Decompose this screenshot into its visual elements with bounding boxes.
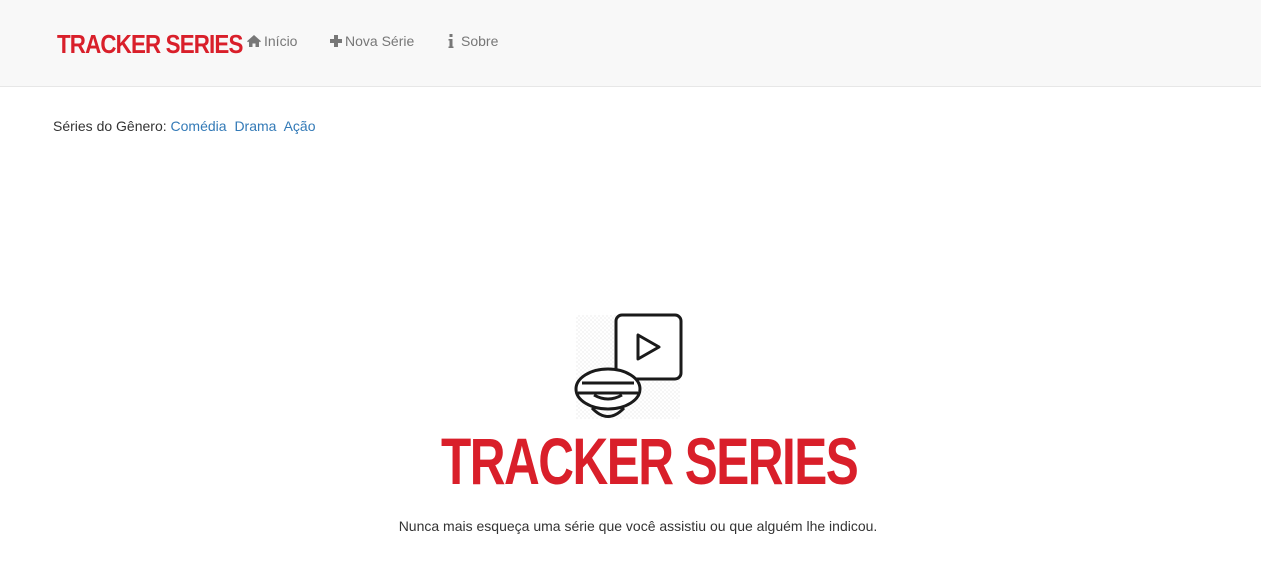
hero-logo-title: TRACKER SERIES — [441, 428, 859, 494]
genre-filter: Séries do Gênero: Comédia Drama Ação — [53, 117, 320, 135]
genre-link-drama[interactable]: Drama — [234, 118, 276, 134]
nav-item-label: Início — [264, 33, 298, 49]
nav-item-inicio[interactable]: Início — [246, 31, 297, 51]
brand-logo-text: TRACKER SERIES — [57, 29, 243, 59]
vr-headset-play-icon — [572, 313, 684, 423]
hero-title-text: TRACKER SERIES — [441, 424, 859, 498]
genre-link-acao[interactable]: Ação — [284, 118, 316, 134]
nav-item-label: Nova Série — [345, 33, 415, 49]
genre-link-comedia[interactable]: Comédia — [171, 118, 227, 134]
hero-tagline: Nunca mais esqueça uma série que você as… — [398, 518, 878, 534]
plus-icon — [329, 34, 343, 48]
genre-filter-label: Séries do Gênero: — [53, 118, 167, 134]
nav-item-sobre[interactable]: Sobre — [448, 31, 498, 51]
info-icon — [448, 33, 454, 49]
brand-logo-link[interactable]: TRACKER SERIES — [57, 30, 243, 58]
home-icon — [246, 34, 262, 48]
navbar: TRACKER SERIES Início Nova Série Sobre — [0, 0, 1261, 87]
nav-item-label: Sobre — [461, 33, 499, 49]
nav-item-nova-serie[interactable]: Nova Série — [329, 31, 414, 51]
